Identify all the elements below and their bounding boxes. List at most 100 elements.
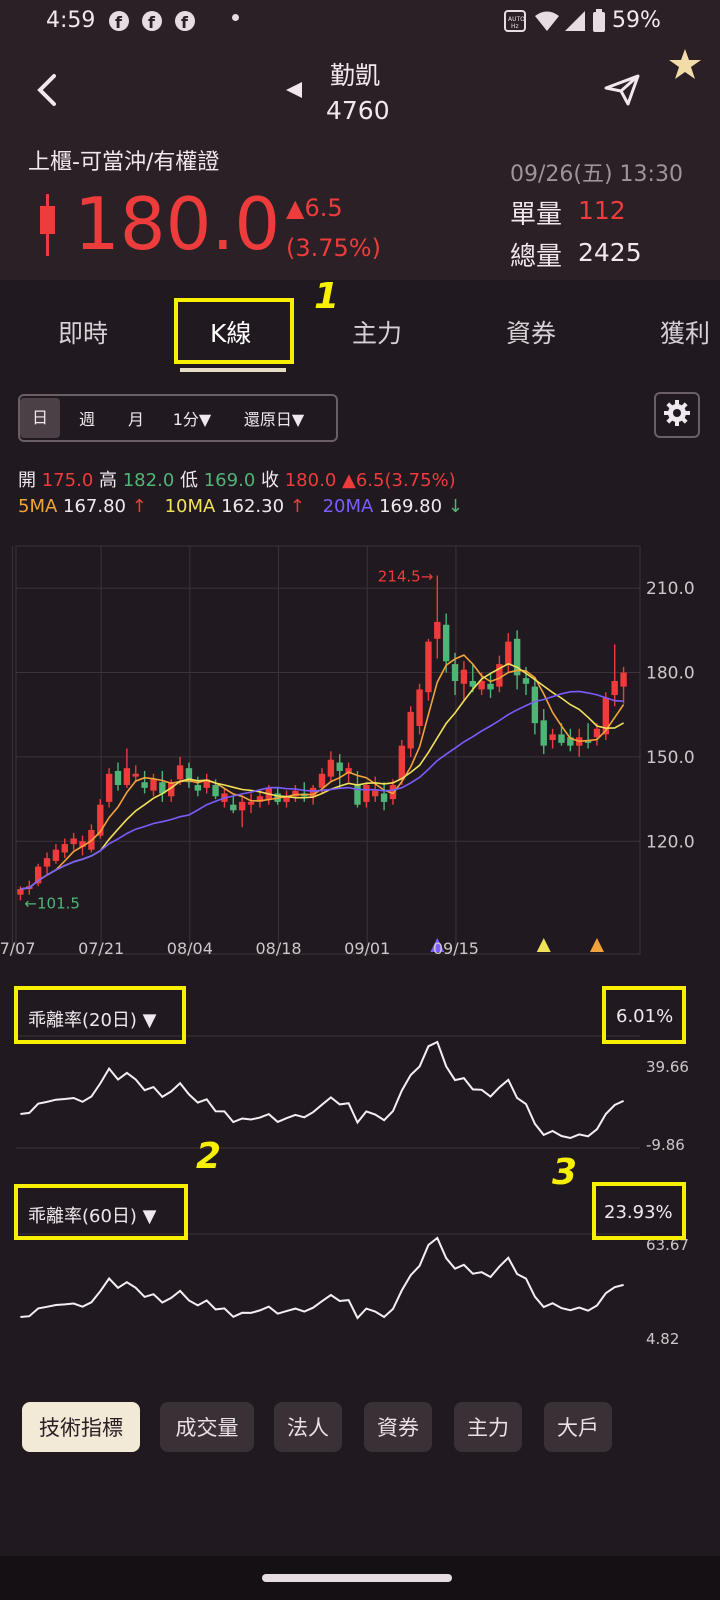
current-price: 180.0	[74, 182, 281, 266]
adjust-select[interactable]: 還原日▼	[226, 406, 322, 430]
candle-body	[522, 678, 530, 684]
ma-row: 5MA 167.80 ↑ 10MA 162.30 ↑ 20MA 169.80 ↓	[18, 496, 463, 517]
period-minute[interactable]: 1分▼	[158, 406, 226, 430]
candle-body	[620, 672, 627, 687]
bias60-chart: 63.67 4.82	[16, 1233, 689, 1348]
candle-body	[487, 683, 494, 690]
x-tick-label: 07/07	[0, 939, 35, 958]
high-value: 182.0	[122, 470, 175, 491]
candle-body	[451, 664, 459, 681]
candle-body	[17, 889, 24, 895]
bias60-bottom: 4.82	[646, 1330, 679, 1348]
candle-body	[105, 773, 113, 802]
bias20-bottom: -9.86	[646, 1136, 685, 1152]
period-day[interactable]: 日	[20, 398, 60, 438]
single-volume: 112	[578, 196, 626, 225]
candle-body	[150, 779, 157, 791]
annotation-1: 1	[314, 276, 340, 317]
total-volume-label: 總量	[510, 242, 563, 272]
candle-body	[549, 734, 556, 741]
candle-body	[176, 765, 184, 780]
tab-bar: 即時 K線 主力 資券 獲利	[0, 282, 720, 378]
chip-volume[interactable]: 成交量	[160, 1402, 254, 1452]
candle-body	[372, 790, 379, 797]
candle-body	[61, 844, 68, 853]
active-tab-indicator	[180, 368, 286, 372]
svg-text:AUTO: AUTO	[508, 16, 525, 23]
stock-header: 勤凱 4760 上櫃-可當沖/有權證 180.0 ▲6.5 (3.75%) 09…	[0, 44, 720, 280]
candle-body	[132, 773, 139, 777]
candle-body	[52, 849, 60, 861]
candle-body	[416, 689, 423, 726]
tab-main-force[interactable]: 主力	[352, 314, 402, 350]
candle-body	[558, 734, 565, 743]
tab-profit[interactable]: 獲利	[660, 314, 710, 350]
candle-body	[70, 838, 77, 845]
candle-body	[114, 770, 122, 786]
back-icon[interactable]	[34, 72, 62, 112]
high-label: 高	[99, 470, 117, 491]
highlight-bias20-label	[14, 986, 186, 1044]
candle-body	[531, 686, 539, 724]
prev-stock-icon[interactable]	[284, 80, 304, 104]
y-tick-label: 120.0	[646, 832, 695, 852]
nav-bar	[0, 1556, 720, 1600]
share-icon[interactable]	[604, 74, 640, 110]
candle-body	[442, 624, 450, 662]
status-time: 4:59	[46, 8, 96, 33]
candle-body	[212, 785, 219, 797]
close-change: ▲6.5(3.75%)	[342, 470, 456, 491]
chip-technical[interactable]: 技術指標	[22, 1402, 140, 1452]
y-tick-label: 180.0	[646, 664, 695, 684]
max-price-label: 214.5→	[378, 568, 434, 586]
low-label: 低	[180, 470, 198, 491]
signal-icon	[564, 10, 586, 37]
star-icon[interactable]	[668, 48, 702, 84]
battery-icon	[592, 9, 606, 38]
bias20-top: 39.66	[646, 1058, 689, 1076]
candle-body	[247, 801, 255, 805]
close-value: 180.0	[284, 470, 337, 491]
candle-body	[327, 759, 335, 777]
auto-hz-icon: AUTO Hz	[504, 10, 526, 37]
signal-marker	[536, 938, 551, 952]
candle-body	[354, 785, 361, 805]
ma5-dir: ↑	[131, 496, 147, 517]
min-price-label: ←101.5	[24, 894, 80, 912]
settings-button[interactable]	[654, 392, 700, 438]
tab-margin[interactable]: 資券	[506, 314, 556, 350]
y-tick-label: 150.0	[646, 748, 695, 768]
open-value: 175.0	[41, 470, 94, 491]
candle-body	[43, 858, 51, 867]
status-bar: 4:59 f f f AUTO Hz 59%	[0, 0, 720, 44]
candle-body	[540, 720, 547, 746]
kline-chart[interactable]: 210.0 180.0 150.0 120.0 07/07 07/21 08/04 08/18…	[0, 540, 720, 960]
candle-body	[194, 785, 202, 791]
candle-body	[398, 745, 406, 780]
x-tick-label: 09/15	[433, 939, 479, 958]
tab-realtime[interactable]: 即時	[58, 314, 108, 350]
ma5-label: 5MA	[18, 496, 58, 517]
open-label: 開	[18, 470, 36, 491]
candle-body	[407, 711, 414, 749]
home-gesture-handle[interactable]	[262, 1574, 452, 1582]
x-tick-label: 08/18	[255, 939, 301, 958]
single-volume-label: 單量	[510, 200, 563, 230]
ma5-value: 167.80	[63, 496, 127, 517]
ma10-dir: ↑	[289, 496, 305, 517]
chip-margin[interactable]: 資券	[364, 1402, 432, 1452]
close-label: 收	[261, 470, 279, 491]
period-week[interactable]: 週	[60, 406, 114, 430]
candle-body	[123, 768, 131, 786]
price-change: ▲6.5	[286, 194, 343, 222]
market-label: 上櫃-可當沖/有權證	[28, 150, 220, 175]
dot-icon	[232, 14, 239, 21]
chip-main-force[interactable]: 主力	[454, 1402, 522, 1452]
candle-body	[363, 785, 370, 802]
candle-icon	[38, 194, 58, 260]
chip-institutional[interactable]: 法人	[274, 1402, 342, 1452]
candle-body	[460, 669, 468, 684]
chip-big-holder[interactable]: 大戶	[544, 1402, 612, 1452]
period-month[interactable]: 月	[114, 406, 158, 430]
ma10-label: 10MA	[164, 496, 216, 517]
